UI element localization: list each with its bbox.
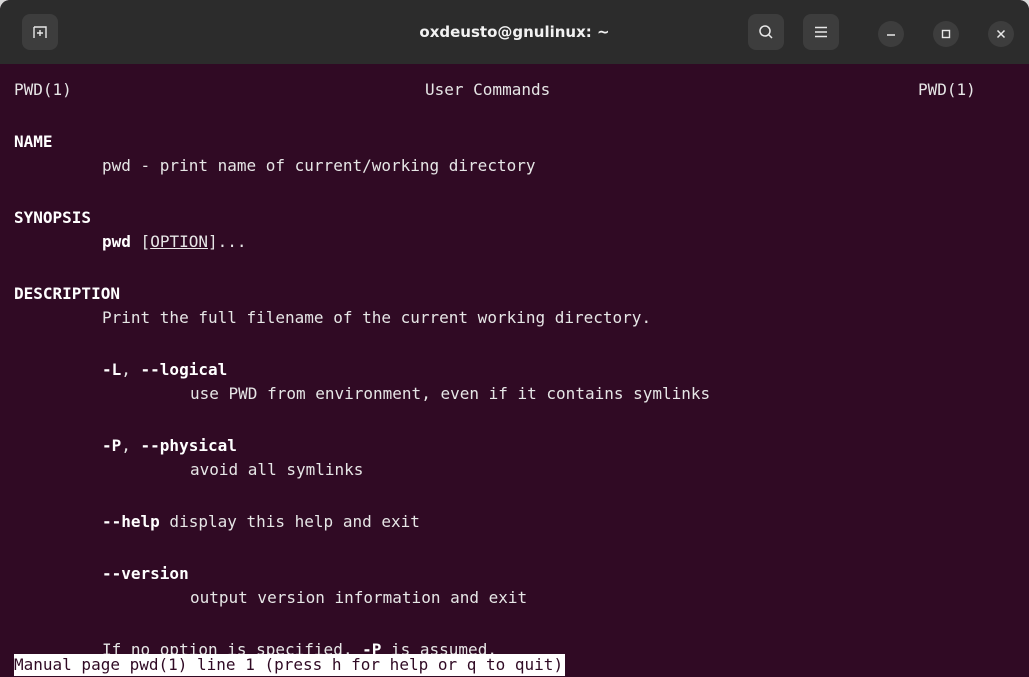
- close-button[interactable]: [988, 21, 1014, 47]
- synopsis-command: pwd: [102, 232, 131, 251]
- terminal-output[interactable]: PWD(1) User Commands PWD(1) NAME pwd - p…: [0, 64, 1029, 677]
- window-title: oxdeusto@gnulinux: ~: [419, 23, 610, 41]
- maximize-icon: [941, 29, 951, 39]
- search-icon: [758, 24, 774, 40]
- man-header-right: PWD(1): [918, 80, 976, 99]
- option-version-description: output version information and exit: [190, 588, 528, 607]
- terminal-window: oxdeusto@gnulinux: ~ PWD(1) User Command…: [0, 0, 1029, 677]
- option-logical: -L, --logical: [102, 361, 227, 379]
- search-button[interactable]: [748, 14, 784, 50]
- name-heading: NAME: [14, 132, 53, 151]
- name-text: pwd - print name of current/working dire…: [102, 156, 536, 175]
- option-logical-short: -L: [102, 360, 122, 379]
- option-logical-description: use PWD from environment, even if it con…: [190, 384, 711, 403]
- option-help-flag: --help: [102, 512, 160, 531]
- option-help-description: display this help and exit: [159, 512, 420, 531]
- option-physical-separator: ,: [121, 436, 141, 455]
- option-logical-separator: ,: [121, 360, 141, 379]
- synopsis-heading: SYNOPSIS: [14, 208, 92, 227]
- option-physical-short: -P: [102, 436, 122, 455]
- description-heading: DESCRIPTION: [14, 284, 120, 303]
- option-help: --help display this help and exit: [102, 513, 420, 531]
- option-version-flag: --version: [102, 564, 189, 583]
- option-physical-long: --physical: [140, 436, 237, 455]
- synopsis-close-bracket: ]...: [207, 232, 247, 251]
- menu-button[interactable]: [803, 14, 839, 50]
- description-text: Print the full filename of the current w…: [102, 308, 652, 327]
- minimize-button[interactable]: [878, 21, 904, 47]
- new-tab-button[interactable]: [22, 14, 58, 50]
- man-header-left: PWD(1): [14, 80, 72, 99]
- new-tab-icon: [32, 24, 48, 40]
- titlebar: oxdeusto@gnulinux: ~: [0, 0, 1029, 64]
- option-physical: -P, --physical: [102, 437, 237, 455]
- maximize-button[interactable]: [933, 21, 959, 47]
- synopsis-line: pwd [OPTION]...: [102, 233, 247, 251]
- synopsis-option: OPTION: [150, 232, 208, 251]
- hamburger-menu-icon: [814, 26, 828, 38]
- man-header-center: User Commands: [425, 80, 551, 99]
- option-physical-description: avoid all symlinks: [190, 460, 364, 479]
- option-logical-long: --logical: [140, 360, 228, 379]
- close-icon: [996, 29, 1006, 39]
- synopsis-open-bracket: [: [140, 232, 151, 251]
- pager-status-line: Manual page pwd(1) line 1 (press h for h…: [14, 654, 566, 676]
- minimize-icon: [886, 29, 896, 39]
